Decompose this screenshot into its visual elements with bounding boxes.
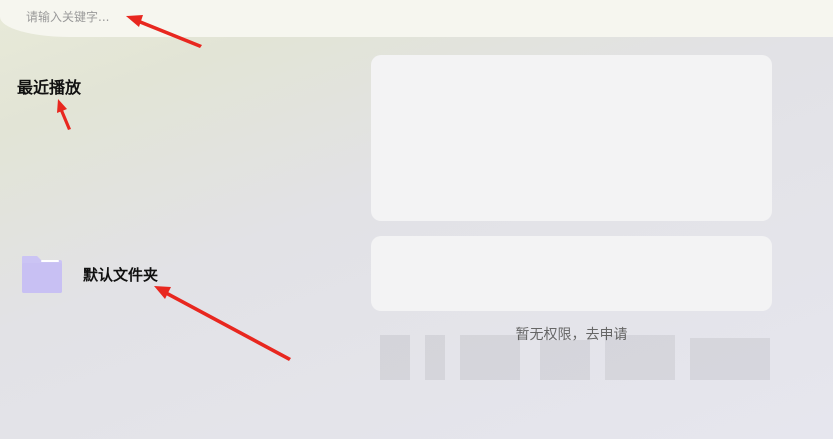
preview-card-small (371, 236, 772, 311)
annotation-arrow-folder (154, 286, 291, 361)
recent-play-title: 最近播放 (17, 78, 82, 97)
folder-icon (22, 256, 62, 293)
annotation-arrow-recent (57, 99, 71, 130)
request-permission-link[interactable]: 暂无权限，去申请 (371, 324, 772, 344)
folder-label: 默认文件夹 (83, 266, 159, 284)
search-bar (0, 0, 833, 37)
preview-card-large (371, 55, 772, 221)
search-input[interactable] (26, 7, 326, 27)
default-folder-item[interactable]: 默认文件夹 (20, 253, 190, 295)
